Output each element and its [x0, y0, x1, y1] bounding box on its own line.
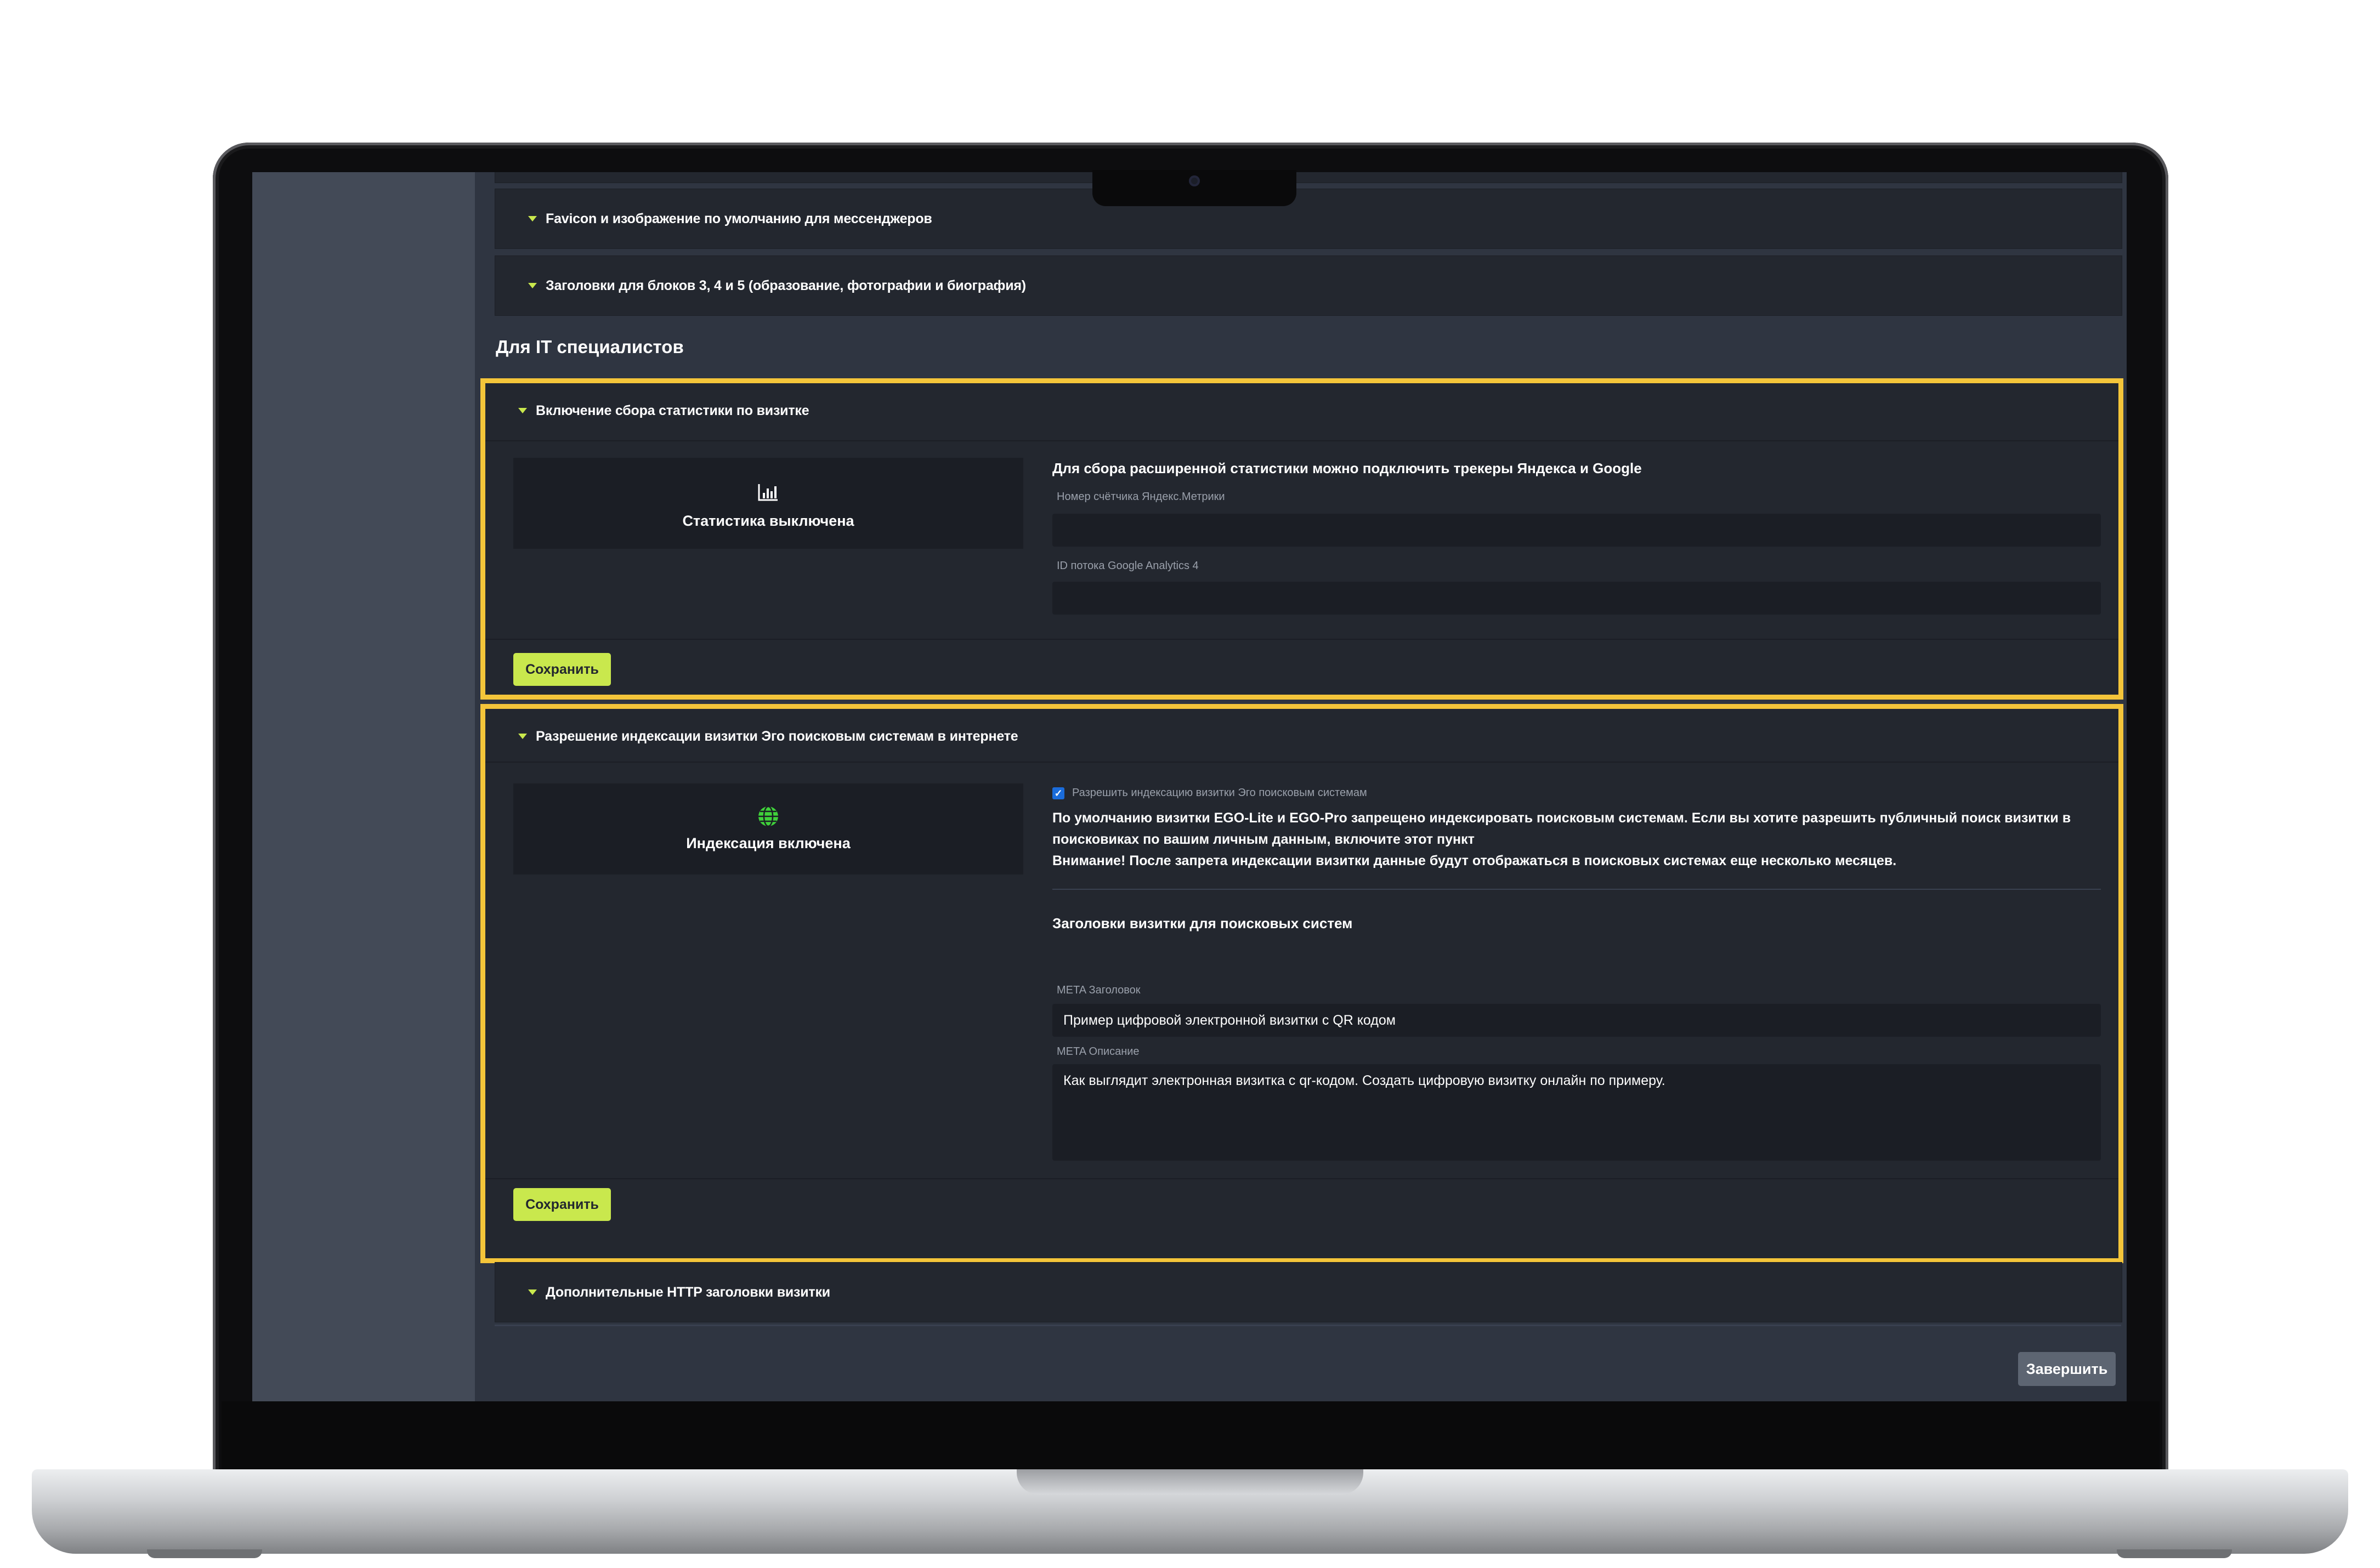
accordion-http-headers[interactable]: Дополнительные HTTP заголовки визитки: [495, 1262, 2122, 1322]
indexing-save-button[interactable]: Сохранить: [513, 1188, 611, 1221]
meta-title-input[interactable]: Пример цифровой электронной визитки с QR…: [1052, 1004, 2101, 1037]
footer-divider: [495, 1325, 2121, 1326]
meta-title-label: META Заголовок: [1057, 984, 1141, 996]
accordion-title: Заголовки для блоков 3, 4 и 5 (образован…: [546, 278, 1026, 293]
divider: [485, 1178, 2118, 1179]
meta-description-textarea[interactable]: Как выглядит электронная визитка с qr-ко…: [1052, 1064, 2101, 1161]
chevron-down-icon: [528, 1289, 537, 1295]
main-content: Favicon и изображение по умолчанию для м…: [475, 172, 2127, 1401]
chevron-down-icon: [518, 734, 527, 739]
screen: Favicon и изображение по умолчанию для м…: [252, 172, 2127, 1401]
indexing-accordion-header[interactable]: Разрешение индексации визитки Эго поиско…: [518, 729, 1018, 745]
stats-status-card: Статистика выключена: [513, 458, 1023, 549]
indexing-status-card: Индексация включена: [513, 783, 1023, 874]
indexing-panel: Разрешение индексации визитки Эго поиско…: [480, 704, 2123, 1263]
indexing-info-text: По умолчанию визитки EGO-Lite и EGO-Pro …: [1052, 810, 2071, 847]
accordion-title: Favicon и изображение по умолчанию для м…: [546, 211, 932, 226]
divider: [485, 440, 2118, 441]
chevron-down-icon: [528, 283, 537, 288]
section-title: Для IT специалистов: [496, 337, 684, 357]
indexing-status-label: Индексация включена: [686, 835, 851, 851]
ga4-stream-id-label: ID потока Google Analytics 4: [1057, 560, 1199, 572]
seo-heading: Заголовки визитки для поисковых систем: [1052, 915, 1353, 931]
bar-chart-icon: [758, 484, 778, 501]
indexing-warning-text: Внимание! После запрета индексации визит…: [1052, 853, 1897, 868]
camera-icon: [1189, 175, 1200, 186]
stats-status-label: Статистика выключена: [682, 513, 854, 529]
yandex-metrica-label: Номер счётчика Яндекс.Метрики: [1057, 491, 1225, 503]
accordion-header[interactable]: Дополнительные HTTP заголовки визитки: [528, 1285, 830, 1300]
sidebar: [252, 172, 475, 1401]
previous-accordion-edge: [495, 172, 2122, 183]
stats-panel: Включение сбора статистики по визитке Ст…: [480, 378, 2123, 700]
laptop-hinge-groove: [1017, 1469, 1363, 1495]
divider: [485, 762, 2118, 763]
accordion-header[interactable]: Заголовки для блоков 3, 4 и 5 (образован…: [528, 278, 1026, 294]
stats-heading: Включение сбора статистики по визитке: [536, 403, 809, 418]
allow-indexing-checkbox[interactable]: ✓: [1052, 787, 1064, 799]
indexing-heading: Разрешение индексации визитки Эго поиско…: [536, 729, 1018, 744]
accordion-title: Дополнительные HTTP заголовки визитки: [546, 1285, 830, 1300]
divider: [1052, 889, 2101, 890]
chevron-down-icon: [518, 408, 527, 413]
accordion-favicon[interactable]: Favicon и изображение по умолчанию для м…: [495, 189, 2122, 249]
globe-icon: [758, 805, 778, 827]
laptop-bezel: [222, 1401, 2160, 1473]
laptop-foot-left: [147, 1549, 262, 1558]
stats-accordion-header[interactable]: Включение сбора статистики по визитке: [518, 403, 809, 419]
yandex-metrica-input[interactable]: [1052, 514, 2101, 547]
accordion-header[interactable]: Favicon и изображение по умолчанию для м…: [528, 211, 932, 227]
meta-description-label: META Описание: [1057, 1046, 1140, 1058]
accordion-block-headers[interactable]: Заголовки для блоков 3, 4 и 5 (образован…: [495, 255, 2122, 316]
divider: [485, 639, 2118, 640]
ga4-stream-id-input[interactable]: [1052, 582, 2101, 615]
finish-button[interactable]: Завершить: [2018, 1352, 2116, 1386]
stats-save-button[interactable]: Сохранить: [513, 653, 611, 686]
laptop-foot-right: [2117, 1549, 2232, 1558]
allow-indexing-label[interactable]: Разрешить индексацию визитки Эго поисков…: [1072, 787, 1367, 799]
chevron-down-icon: [528, 216, 537, 221]
stats-description: Для сбора расширенной статистики можно п…: [1052, 460, 1642, 476]
